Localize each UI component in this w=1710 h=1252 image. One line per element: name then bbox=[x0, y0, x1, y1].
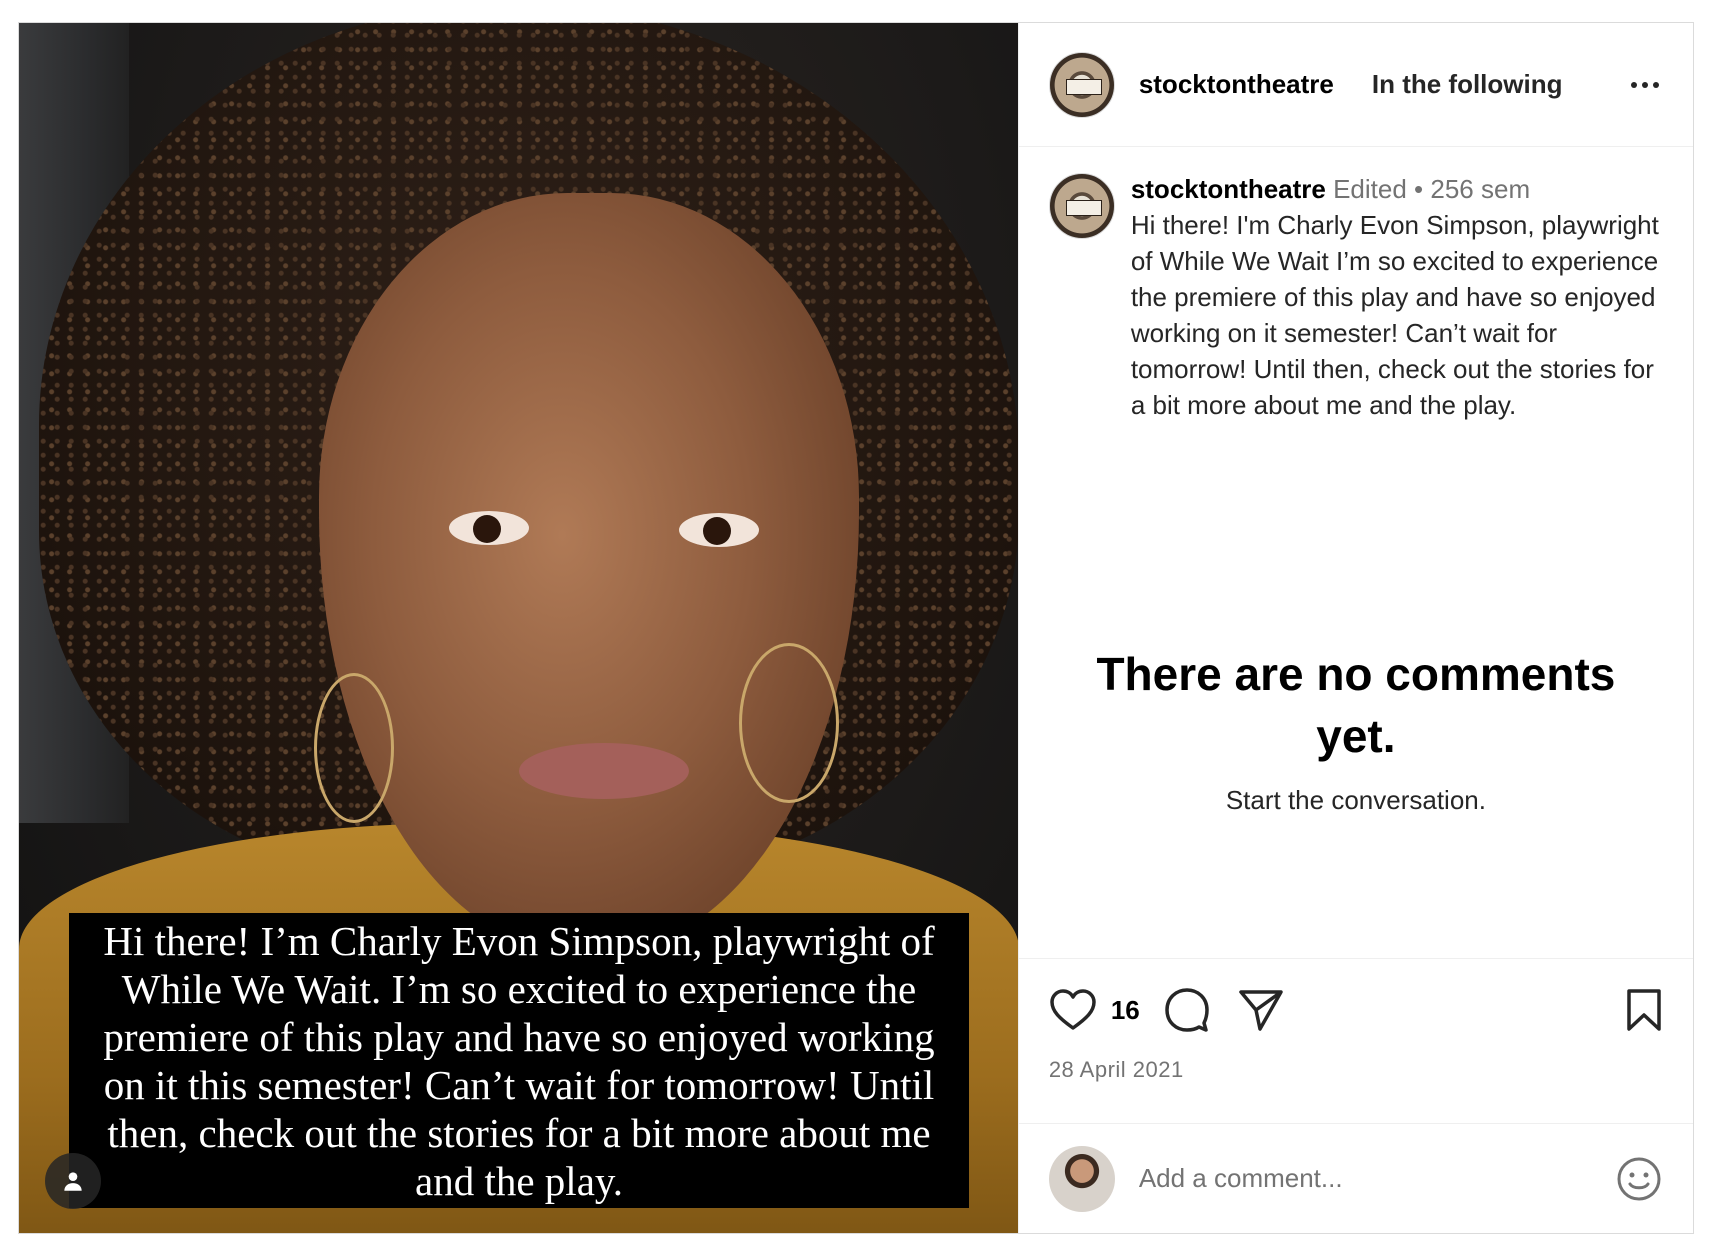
caption-body: Hi there! I'm Charly Evon Simpson, playw… bbox=[1130, 210, 1659, 420]
empty-comments-title: There are no comments yet. bbox=[1096, 648, 1616, 762]
share-button[interactable] bbox=[1238, 988, 1284, 1032]
more-options-icon[interactable] bbox=[1627, 72, 1663, 98]
like-button[interactable]: 16 bbox=[1049, 988, 1140, 1032]
send-icon bbox=[1238, 990, 1283, 1031]
photo-eye-right bbox=[679, 513, 759, 547]
save-button[interactable] bbox=[1625, 988, 1663, 1032]
emoji-button[interactable] bbox=[1615, 1155, 1663, 1203]
user-avatar[interactable] bbox=[1048, 1145, 1115, 1212]
like-count[interactable]: 16 bbox=[1111, 995, 1140, 1026]
post-header: stocktontheatre In the following bbox=[1018, 23, 1693, 147]
empty-comments-subtitle: Start the conversation. bbox=[1225, 785, 1486, 815]
meta-separator: • bbox=[1406, 174, 1431, 204]
comment-input[interactable] bbox=[1138, 1163, 1579, 1194]
post-caption: stocktontheatre Edited • 256 sem Hi ther… bbox=[1019, 147, 1693, 423]
post-side-panel: stocktontheatre In the following stockto… bbox=[1017, 23, 1693, 1233]
person-icon bbox=[64, 1172, 82, 1191]
comment-button[interactable] bbox=[1164, 987, 1210, 1033]
image-text-overlay: Hi there! I’m Charly Evon Simpson, playw… bbox=[69, 913, 969, 1208]
instagram-post: Hi there! I’m Charly Evon Simpson, playw… bbox=[18, 22, 1694, 1234]
theatre-logo-avatar[interactable] bbox=[1048, 51, 1115, 118]
post-date[interactable]: 28 April 2021 bbox=[1049, 1057, 1663, 1083]
photo-earring-right bbox=[739, 643, 839, 803]
empty-comments-state: There are no comments yet. Start the con… bbox=[1019, 643, 1693, 816]
comment-icon bbox=[1164, 988, 1209, 1032]
photo-eye-left bbox=[449, 511, 529, 545]
edited-label: Edited bbox=[1333, 174, 1407, 204]
dot bbox=[1653, 81, 1659, 88]
add-comment-bar bbox=[1018, 1123, 1693, 1233]
post-time-ago[interactable]: 256 sem bbox=[1430, 174, 1530, 204]
caption-text-block: stocktontheatre Edited • 256 sem Hi ther… bbox=[1131, 171, 1661, 423]
user-tag-icon[interactable] bbox=[45, 1153, 101, 1209]
follow-status-button[interactable]: In the following bbox=[1372, 69, 1563, 100]
header-username-link[interactable]: stocktontheatre bbox=[1139, 69, 1334, 100]
photo-lips bbox=[519, 743, 689, 799]
post-image[interactable]: Hi there! I’m Charly Evon Simpson, playw… bbox=[19, 23, 1018, 1233]
bookmark-icon bbox=[1627, 989, 1661, 1031]
caption-avatar[interactable] bbox=[1048, 173, 1115, 239]
dot bbox=[1642, 81, 1648, 88]
post-actions: 16 28 April 2021 bbox=[1018, 958, 1693, 1083]
emoji-icon bbox=[1617, 1157, 1661, 1200]
photo-earring-left bbox=[314, 673, 394, 823]
dot bbox=[1631, 81, 1637, 88]
caption-username-link[interactable]: stocktontheatre bbox=[1131, 174, 1326, 204]
heart-icon bbox=[1050, 989, 1096, 1030]
action-row: 16 bbox=[1049, 987, 1663, 1033]
